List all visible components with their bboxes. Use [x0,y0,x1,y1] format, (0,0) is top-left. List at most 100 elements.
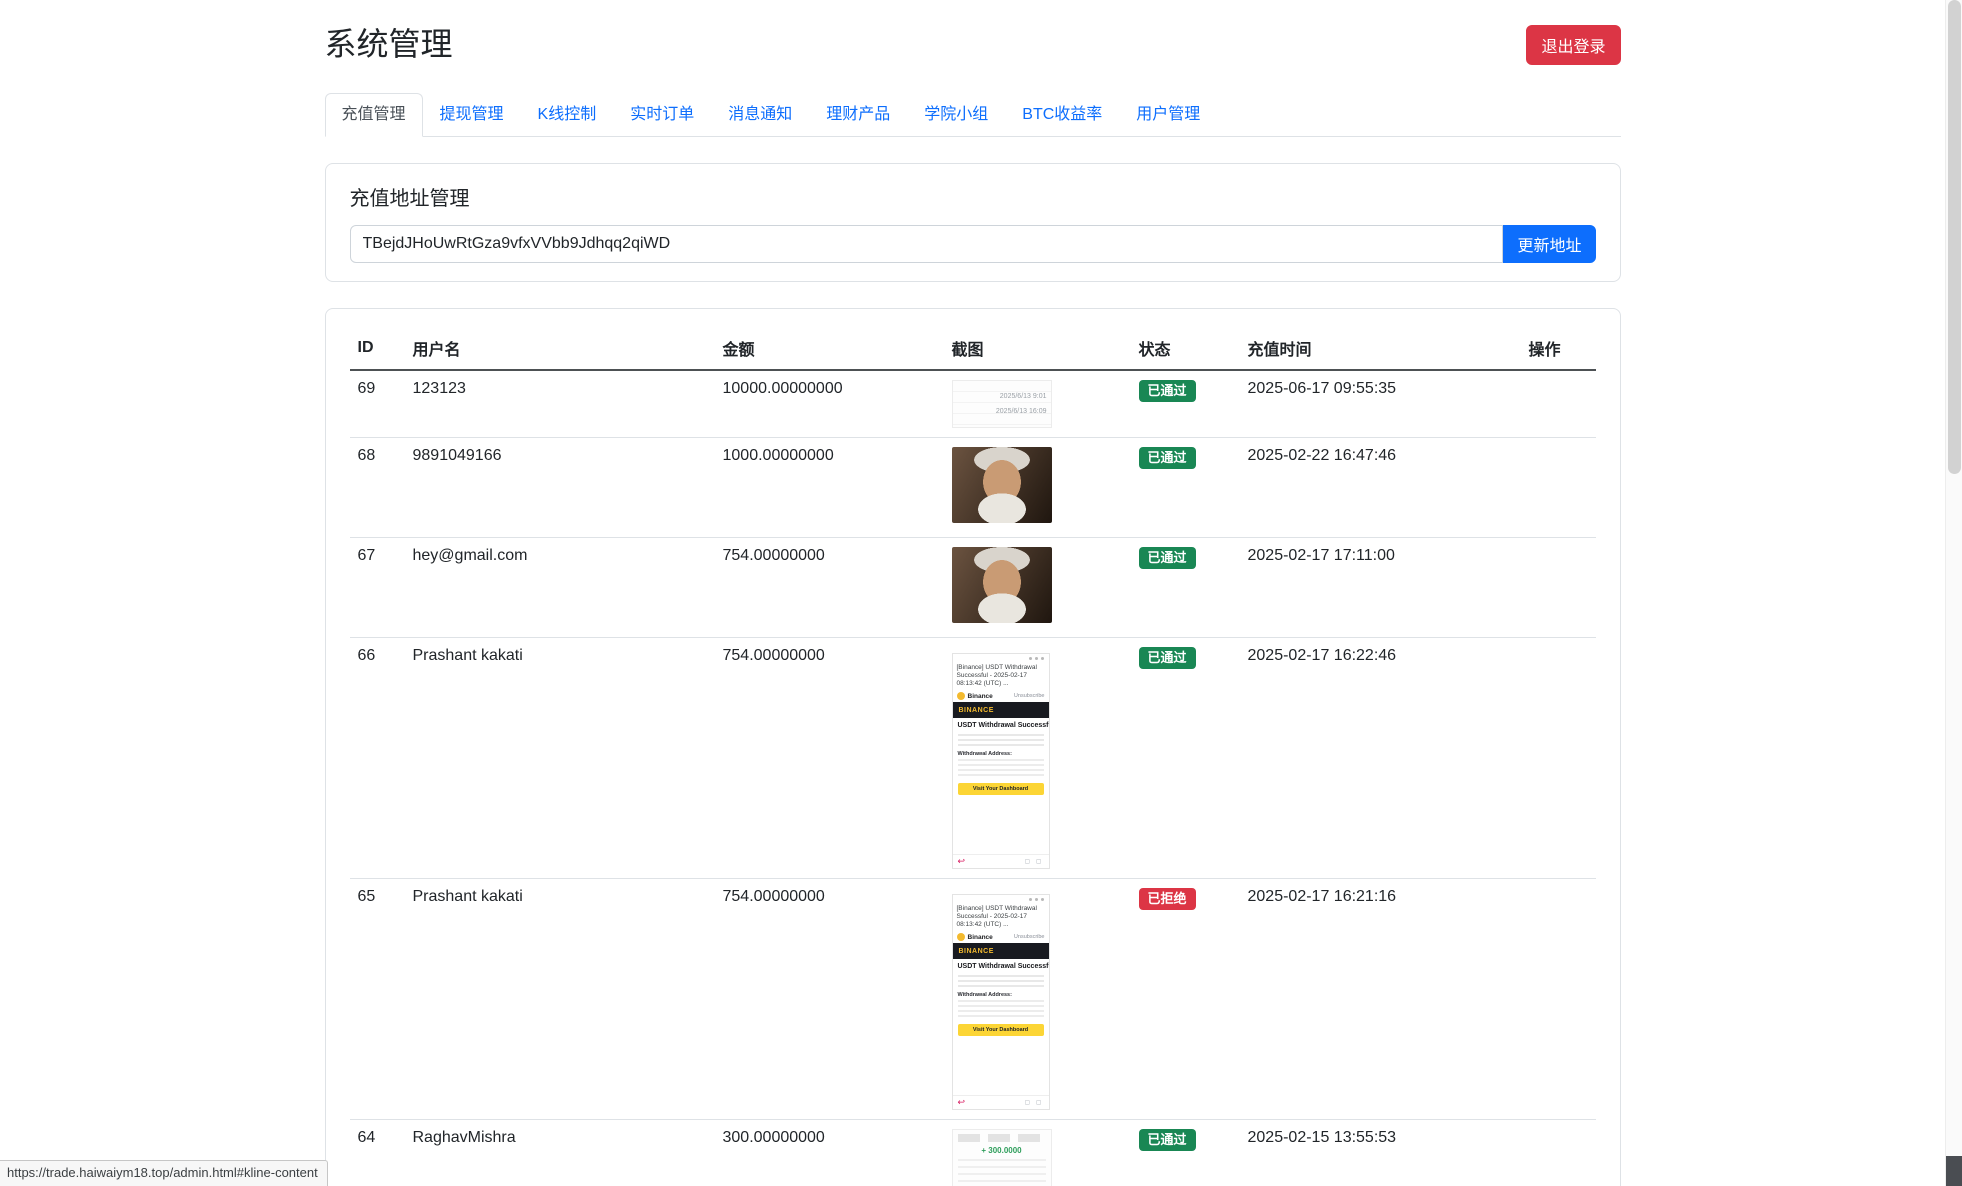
status-badge: 已通过 [1139,380,1196,402]
cell-screenshot: 2025/6/13 9:01 2025/6/13 16:09 [Binance]… [944,438,1131,538]
binance-logo-icon [957,933,965,941]
cell-username: Prashant kakati [405,879,715,1120]
binance-logo-icon [957,692,965,700]
footer-icons: ▢ ▢ [1024,1099,1043,1106]
receipt-screenshot-image: 2025/6/13 9:01 2025/6/13 16:09 [952,380,1052,428]
tab-kline[interactable]: K线控制 [521,93,614,137]
browser-viewport: 系统管理 退出登录 充值管理提现管理K线控制实时订单消息通知理财产品学院小组BT… [0,0,1945,1186]
tab-deposit[interactable]: 充值管理 [325,93,423,137]
cell-time: 2025-02-17 16:21:16 [1240,879,1521,1120]
cell-status: 已拒绝 [1131,879,1240,1120]
table-row: 65 Prashant kakati 754.00000000 2025/6/1… [350,879,1596,1120]
cell-time: 2025-02-15 13:55:53 [1240,1120,1521,1186]
column-header-0: ID [350,327,405,370]
table-row: 64 RaghavMishra 300.00000000 2025/6/13 9… [350,1120,1596,1186]
screenshot-thumbnail[interactable]: 2025/6/13 9:01 2025/6/13 16:09 [Binance]… [952,1129,1052,1186]
cell-username: 123123 [405,370,715,438]
tab-withdraw[interactable]: 提现管理 [423,93,521,137]
status-dots-icon [1041,898,1044,901]
cell-screenshot: 2025/6/13 9:01 2025/6/13 16:09 [Binance]… [944,879,1131,1120]
footer-icons: ▢ ▢ [1024,858,1043,865]
status-badge: 已通过 [1139,547,1196,569]
tab-users[interactable]: 用户管理 [1119,93,1217,137]
status-badge: 已通过 [1139,1129,1196,1151]
deposit-address-card-title: 充值地址管理 [350,182,1596,211]
cell-username: hey@gmail.com [405,538,715,638]
cell-time: 2025-02-17 16:22:46 [1240,638,1521,879]
column-header-6: 操作 [1521,327,1596,370]
tab-bar: 充值管理提现管理K线控制实时订单消息通知理财产品学院小组BTC收益率用户管理 [325,93,1621,137]
photo-screenshot-image [952,547,1052,623]
cell-action [1521,370,1596,438]
screenshot-thumbnail[interactable]: 2025/6/13 9:01 2025/6/13 16:09 [Binance]… [952,653,1050,869]
tab-academy-group[interactable]: 学院小组 [907,93,1005,137]
cell-action [1521,438,1596,538]
deposit-address-input[interactable] [350,225,1504,263]
reply-icon: ↩ [958,857,966,866]
cell-action [1521,1120,1596,1186]
admin-page: 系统管理 退出登录 充值管理提现管理K线控制实时订单消息通知理财产品学院小组BT… [325,0,1621,1186]
binance-email-screenshot-image: [Binance] USDT Withdrawal Successful - 2… [952,894,1050,1110]
table-row: 69 123123 10000.00000000 2025/6/13 9:01 … [350,370,1596,438]
screenshot-thumbnail[interactable]: 2025/6/13 9:01 2025/6/13 16:09 [Binance]… [952,547,1052,623]
cell-status: 已通过 [1131,370,1240,438]
cell-username: RaghavMishra [405,1120,715,1186]
cell-amount: 754.00000000 [715,879,944,1120]
column-header-1: 用户名 [405,327,715,370]
column-header-2: 金额 [715,327,944,370]
scrollbar-corner [1946,1156,1962,1186]
address-input-group: 更新地址 [350,225,1596,263]
tab-wealth-products[interactable]: 理财产品 [809,93,907,137]
cell-action [1521,638,1596,879]
cell-status: 已通过 [1131,638,1240,879]
deposit-table: ID用户名金额截图状态充值时间操作 69 123123 10000.000000… [350,327,1596,1186]
cell-amount: 1000.00000000 [715,438,944,538]
status-badge: 已拒绝 [1139,888,1196,910]
table-header-row: ID用户名金额截图状态充值时间操作 [350,327,1596,370]
status-bar: https://trade.haiwaiym18.top/admin.html#… [0,1160,328,1186]
cell-username: 9891049166 [405,438,715,538]
cell-id: 64 [350,1120,405,1186]
cell-time: 2025-02-22 16:47:46 [1240,438,1521,538]
cell-action [1521,538,1596,638]
cell-time: 2025-06-17 09:55:35 [1240,370,1521,438]
cell-screenshot: 2025/6/13 9:01 2025/6/13 16:09 [Binance]… [944,638,1131,879]
screenshot-thumbnail[interactable]: 2025/6/13 9:01 2025/6/13 16:09 [Binance]… [952,894,1050,1110]
column-header-3: 截图 [944,327,1131,370]
logout-button[interactable]: 退出登录 [1526,25,1620,65]
page-title: 系统管理 [325,25,453,63]
status-badge: 已通过 [1139,447,1196,469]
status-bar-url: https://trade.haiwaiym18.top/admin.html#… [7,1165,318,1180]
scrollbar-thumb[interactable] [1948,0,1961,474]
cell-id: 66 [350,638,405,879]
vertical-scrollbar[interactable] [1945,0,1962,1186]
cell-amount: 754.00000000 [715,638,944,879]
table-row: 67 hey@gmail.com 754.00000000 2025/6/13 … [350,538,1596,638]
cell-status: 已通过 [1131,438,1240,538]
table-row: 66 Prashant kakati 754.00000000 2025/6/1… [350,638,1596,879]
page-header: 系统管理 退出登录 [325,25,1621,65]
photo-screenshot-image [952,447,1052,523]
column-header-5: 充值时间 [1240,327,1521,370]
tab-notifications[interactable]: 消息通知 [711,93,809,137]
cell-status: 已通过 [1131,538,1240,638]
cell-screenshot: 2025/6/13 9:01 2025/6/13 16:09 [Binance]… [944,1120,1131,1186]
screenshot-thumbnail[interactable]: 2025/6/13 9:01 2025/6/13 16:09 [Binance]… [952,447,1052,523]
cell-amount: 10000.00000000 [715,370,944,438]
cell-screenshot: 2025/6/13 9:01 2025/6/13 16:09 [Binance]… [944,538,1131,638]
tab-btc-yield[interactable]: BTC收益率 [1005,93,1119,137]
status-dots-icon [1041,657,1044,660]
deposit-address-card: 充值地址管理 更新地址 [325,163,1621,282]
cell-id: 69 [350,370,405,438]
cell-time: 2025-02-17 17:11:00 [1240,538,1521,638]
tab-live-orders[interactable]: 实时订单 [613,93,711,137]
binance-email-screenshot-image: [Binance] USDT Withdrawal Successful - 2… [952,653,1050,869]
deposit-table-card: ID用户名金额截图状态充值时间操作 69 123123 10000.000000… [325,308,1621,1186]
receipt-partial-screenshot-image: + 300.0000 [952,1129,1052,1186]
update-address-button[interactable]: 更新地址 [1503,225,1595,263]
cell-amount: 300.00000000 [715,1120,944,1186]
column-header-4: 状态 [1131,327,1240,370]
screenshot-thumbnail[interactable]: 2025/6/13 9:01 2025/6/13 16:09 [Binance]… [952,380,1052,428]
cell-action [1521,879,1596,1120]
reply-icon: ↩ [958,1098,966,1107]
